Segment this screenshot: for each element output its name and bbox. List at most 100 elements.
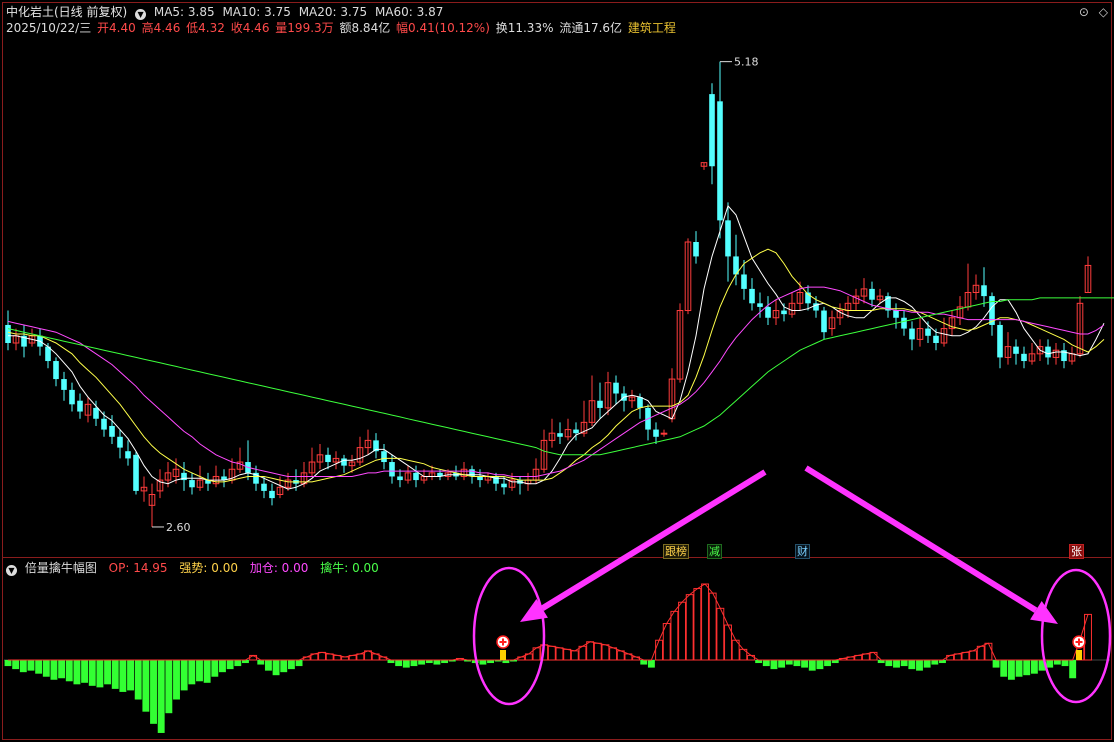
candle-body [781, 310, 787, 315]
indicator-bar [203, 660, 211, 683]
annotation-arrow-right-shaft [804, 465, 1038, 613]
candle-body [325, 454, 331, 463]
high-price-label: 5.18 [734, 56, 759, 69]
ma-line-ma5 [8, 204, 1105, 490]
indicator-bar [111, 660, 119, 689]
candle-body [741, 274, 747, 289]
indicator-bar [150, 660, 157, 724]
indicator-bar [716, 607, 725, 661]
candle-body [501, 483, 507, 488]
indicator-bar [946, 654, 955, 661]
indicator-bar [173, 660, 180, 700]
indicator-bar [104, 660, 112, 685]
indicator-bar [869, 651, 878, 661]
indicator-bar [58, 660, 66, 679]
indicator-bar [601, 644, 610, 661]
candle-body [1045, 346, 1051, 358]
indicator-bar [900, 660, 908, 667]
signal-tag-2[interactable]: 减 [707, 544, 722, 559]
candle-body [757, 303, 763, 307]
quote-volume: 量199.3万 [275, 21, 334, 35]
candle-body [613, 382, 619, 394]
ma-settings-icon[interactable]: ▼ [135, 9, 147, 20]
indicator-bar [19, 660, 27, 673]
candle-body [469, 469, 475, 477]
indicator-bar [1046, 660, 1054, 668]
indicator-bar [762, 660, 770, 667]
quote-turnover: 换11.33% [495, 21, 554, 35]
candle-body [381, 451, 387, 463]
diamond-icon[interactable]: ◇ [1099, 5, 1108, 19]
quote-float: 流通17.6亿 [559, 21, 623, 35]
quote-amount: 额8.84亿 [339, 21, 391, 35]
indicator-bar [27, 660, 35, 671]
indicator-bar [778, 660, 786, 668]
indicator-bar [35, 660, 43, 674]
indicator-bar [969, 650, 978, 661]
candle-body [93, 407, 99, 419]
ma60-label: MA60: 3.87 [374, 5, 444, 19]
indicator-op: OP: 14.95 [108, 561, 168, 575]
signal-tag-1[interactable]: 跟榜 [663, 544, 689, 559]
indicator-bar [73, 660, 81, 685]
indicator-bar [188, 660, 196, 685]
stock-chart-window: 5.18 2.60 中化岩土(日线 前复权) ▼ MA5: 3.85 MA10: … [0, 0, 1114, 742]
settings-icon[interactable]: ⊙ [1079, 5, 1089, 19]
indicator-add: 加仓: 0.00 [249, 561, 309, 575]
ma20-label: MA20: 3.75 [298, 5, 368, 19]
candle-body [53, 361, 59, 380]
indicator-bar [578, 645, 587, 661]
signal-tag-3[interactable]: 财 [795, 544, 810, 559]
indicator-bar [211, 660, 219, 677]
signal-tag-4[interactable]: 张 [1069, 544, 1084, 559]
indicator-bar [96, 660, 104, 688]
candle-body [101, 418, 107, 430]
quote-sector: 建筑工程 [627, 21, 676, 35]
indicator-bar [410, 660, 418, 667]
quote-date: 2025/10/22/三 [6, 21, 92, 35]
indicator-bar [916, 660, 923, 671]
candle-body [341, 458, 347, 466]
stock-title: 中化岩土(日线 前复权) [6, 5, 128, 19]
indicator-name[interactable]: 倍量擒牛幅图 [25, 561, 97, 575]
candle-body [869, 288, 875, 300]
indicator-bull: 擒牛: 0.00 [320, 561, 379, 575]
candle-body [573, 429, 579, 434]
indicator-bar [65, 660, 73, 682]
candle-body [901, 317, 907, 329]
ma-line-ma20 [7, 286, 1105, 477]
indicator-settings-icon[interactable]: ▼ [6, 565, 17, 576]
indicator-bar [1007, 660, 1015, 680]
indicator-bar [196, 660, 203, 682]
candle-body [933, 335, 939, 343]
ma10-label: MA10: 3.75 [222, 5, 291, 19]
candle-body [261, 483, 267, 491]
candle-body [133, 454, 139, 491]
candle-body [109, 425, 115, 437]
candle-body [397, 476, 403, 481]
header-quote-row: 2025/10/22/三 开4.40 高4.46 低4.32 收4.46 量19… [6, 20, 680, 36]
candle-body [389, 462, 395, 477]
indicator-bar [280, 660, 288, 673]
ma5-label: MA5: 3.85 [153, 5, 215, 19]
indicator-bar [593, 642, 602, 661]
indicator-bar [586, 641, 595, 661]
indicator-header: ▼ 倍量擒牛幅图 OP: 14.95 强势: 0.00 加仓: 0.00 擒牛:… [6, 560, 383, 576]
indicator-bar [234, 660, 242, 667]
indicator-bar [670, 610, 679, 661]
indicator-bar [318, 651, 326, 661]
quote-change: 幅0.41(10.12%) [396, 21, 490, 35]
indicator-bar [4, 660, 12, 667]
candle-body [1013, 346, 1019, 354]
indicator-bar [81, 660, 89, 683]
indicator-bar [693, 588, 702, 661]
candle-body [77, 400, 83, 412]
indicator-bar [547, 645, 556, 661]
indicator-bar [157, 660, 165, 733]
candle-body [69, 389, 75, 405]
candle-body [125, 451, 131, 459]
indicator-bar [257, 660, 265, 665]
indicator-bar [801, 660, 809, 668]
indicator-bar [418, 660, 426, 665]
indicator-bar [165, 660, 173, 714]
